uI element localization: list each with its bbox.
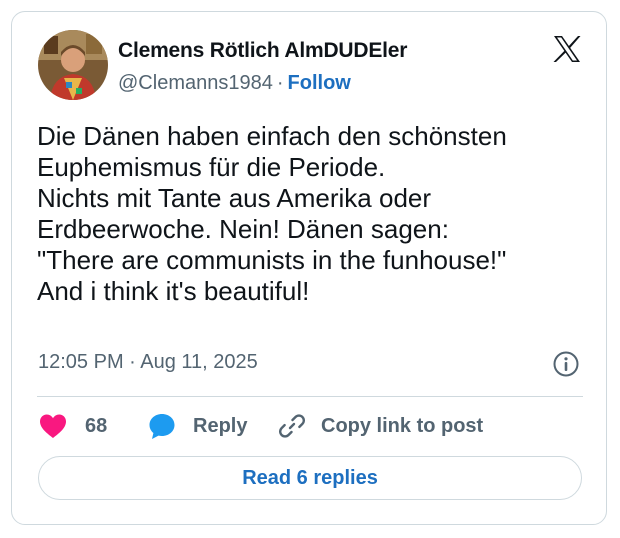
read-replies-button[interactable]: Read 6 replies: [38, 456, 582, 500]
info-icon[interactable]: [552, 350, 580, 378]
link-icon: [279, 414, 305, 438]
speech-bubble-icon: [149, 414, 175, 439]
x-logo-icon[interactable]: [552, 34, 582, 64]
post-text: Die Dänen haben einfach den schönsten Eu…: [37, 121, 507, 306]
author-handle-row: @Clemanns1984 · Follow: [118, 72, 351, 95]
post-card: Clemens Rötlich AlmDUDEler @Clemanns1984…: [11, 11, 607, 525]
like-count: 68: [85, 414, 108, 437]
copy-link-label: Copy link to post: [321, 414, 484, 437]
reply-button[interactable]: Reply: [148, 410, 247, 442]
follow-button[interactable]: Follow: [288, 72, 351, 94]
post-timestamp[interactable]: 12:05 PM · Aug 11, 2025: [38, 351, 258, 374]
author-handle[interactable]: @Clemanns1984: [118, 72, 273, 94]
copy-link-button[interactable]: Copy link to post: [279, 410, 483, 442]
reply-label: Reply: [193, 414, 248, 437]
separator-dot: ·: [276, 72, 284, 94]
like-button[interactable]: 68: [39, 410, 107, 442]
heart-icon: [40, 414, 66, 438]
author-display-name[interactable]: Clemens Rötlich AlmDUDEler: [118, 39, 407, 63]
divider: [37, 396, 583, 397]
avatar[interactable]: [38, 30, 108, 100]
